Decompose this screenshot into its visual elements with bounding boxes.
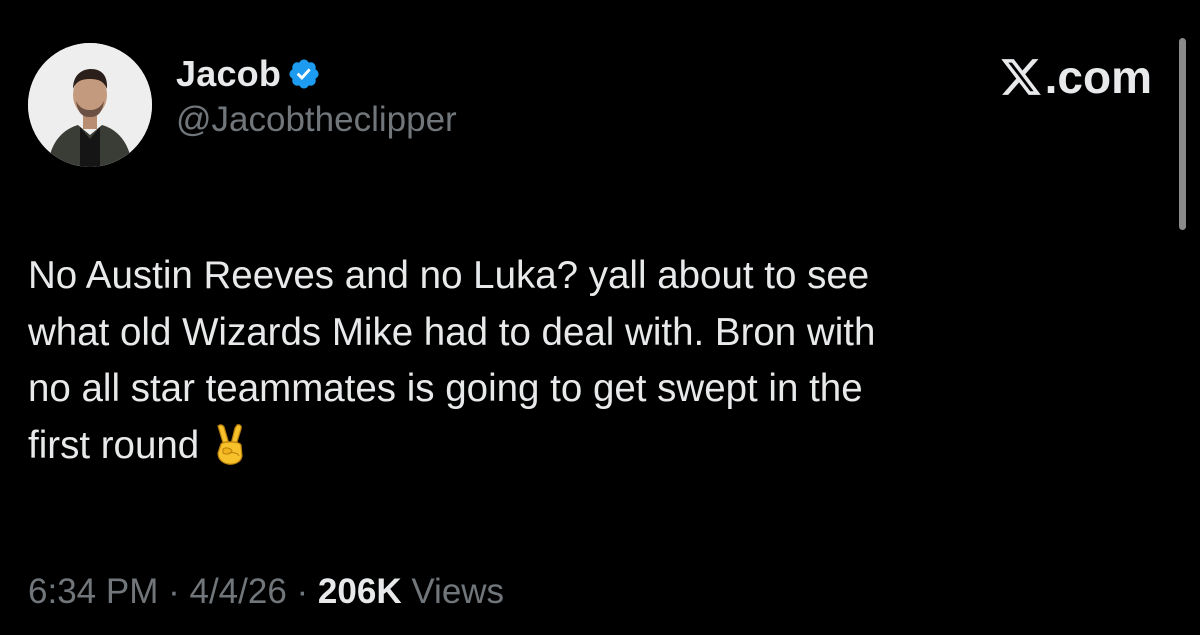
tweet-line: No Austin Reeves and no Luka? yall about… — [28, 254, 870, 297]
views-label: Views — [411, 572, 505, 611]
tweet-date[interactable]: 4/4/26 — [189, 572, 286, 611]
tweet-line: what old Wizards Mike had to deal with. … — [28, 310, 876, 354]
avatar[interactable] — [28, 43, 152, 167]
tweet-line: no all star teammates is going to get sw… — [28, 367, 863, 410]
avatar-photo — [28, 43, 152, 167]
verified-badge-icon — [287, 57, 321, 91]
tweet-text: No Austin Reeves and no Luka? yall about… — [28, 248, 1138, 474]
scrollbar[interactable] — [1179, 38, 1186, 230]
x-logo-icon — [998, 55, 1044, 99]
tweet-line-last: first round — [28, 418, 1138, 475]
meta-separator: · — [296, 572, 309, 611]
user-handle[interactable]: @Jacobtheclipper — [176, 100, 457, 140]
victory-hand-emoji-icon — [209, 422, 249, 466]
x-domain-text: .com — [1044, 51, 1152, 103]
tweet-meta: 6:34 PM · 4/4/26 · 206K Views — [28, 572, 504, 612]
display-name[interactable]: Jacob — [176, 53, 281, 95]
author-info: Jacob @Jacobtheclipper — [176, 52, 457, 140]
tweet-card: Jacob @Jacobtheclipper .com No Austin Re… — [0, 0, 1200, 635]
tweet-time[interactable]: 6:34 PM — [28, 572, 158, 611]
meta-separator: · — [168, 572, 180, 611]
name-row: Jacob — [176, 52, 457, 96]
tweet-line: first round — [28, 423, 200, 467]
views-count[interactable]: 206K — [318, 572, 402, 611]
x-brand: .com — [998, 51, 1152, 103]
